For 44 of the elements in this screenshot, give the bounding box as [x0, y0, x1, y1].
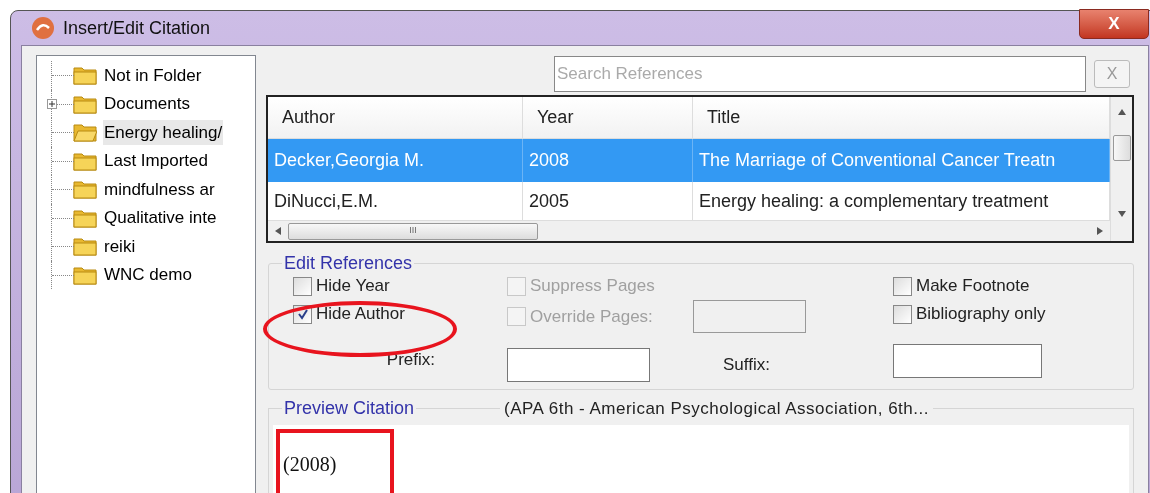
checkbox[interactable]	[893, 276, 912, 296]
folder-icon	[73, 264, 97, 285]
checkbox-label: Bibliography only	[916, 303, 1046, 326]
folder-item[interactable]: Energy healing/	[103, 119, 224, 145]
folder-item[interactable]: Not in Folder	[103, 62, 203, 88]
scroll-thumb[interactable]	[1112, 135, 1131, 161]
column-header[interactable]: Year	[523, 97, 693, 138]
search-field[interactable]: Search References	[554, 56, 1086, 92]
app-logo-icon	[31, 16, 55, 40]
horizontal-scrollbar[interactable]: III	[268, 220, 1110, 241]
window-title: Insert/Edit Citation	[63, 16, 211, 40]
suffix-label: Suffix:	[723, 354, 770, 377]
folder-icon	[73, 207, 97, 228]
scroll-down-icon[interactable]	[1117, 211, 1126, 217]
checkbox-label: Make Footnote	[916, 275, 1030, 298]
folder-item[interactable]: mindfulness ar	[103, 176, 216, 202]
folder-icon	[73, 93, 97, 114]
folder-item[interactable]: WNC demo	[103, 262, 193, 288]
scroll-up-icon[interactable]	[1117, 109, 1126, 115]
checkbox-label: Override Pages:	[530, 305, 653, 328]
vertical-scrollbar[interactable]	[1110, 97, 1132, 241]
checkbox-label: Hide Year	[316, 275, 390, 298]
prefix-field[interactable]	[507, 348, 650, 382]
citation-preview: (2008)	[283, 453, 337, 475]
scroll-left-icon[interactable]	[275, 227, 281, 235]
folder-item[interactable]: Documents	[103, 91, 191, 117]
suffix-field[interactable]	[893, 344, 1042, 378]
folder-item[interactable]: Qualitative inte	[103, 205, 218, 231]
check-icon	[296, 308, 309, 320]
scroll-thumb[interactable]: III	[288, 222, 538, 240]
expand-icon[interactable]	[47, 98, 57, 109]
scroll-right-icon[interactable]	[1097, 227, 1103, 235]
close-button[interactable]: X	[1079, 9, 1149, 39]
checkbox-label: Hide Author	[316, 303, 405, 326]
open-folder-icon	[73, 122, 97, 143]
checkbox-label: Suppress Pages	[530, 275, 655, 298]
folder-item[interactable]: reiki	[103, 233, 137, 259]
checkbox[interactable]	[893, 304, 912, 324]
folder-item[interactable]: Last Imported	[103, 148, 209, 174]
column-header[interactable]: Author	[268, 97, 523, 138]
folder-icon	[73, 150, 97, 171]
folder-icon	[73, 236, 97, 257]
folder-icon	[73, 65, 97, 86]
folder-icon	[73, 179, 97, 200]
